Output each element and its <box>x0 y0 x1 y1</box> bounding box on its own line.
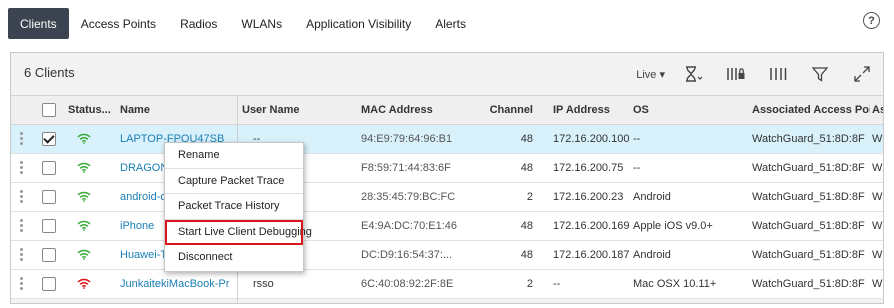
row-checkbox[interactable] <box>42 161 56 175</box>
table-row[interactable]: LAPTOP-FPQU47SB -- 94:E9:79:64:96:B1 48 172.… <box>11 125 883 154</box>
client-os: -- <box>633 162 641 174</box>
client-os: Apple iOS v9.0+ <box>633 220 713 232</box>
col-status[interactable]: Status... <box>68 96 120 124</box>
table-header: Status... Name User Name MAC Address Cha… <box>11 95 883 125</box>
menu-item-rename[interactable]: Rename <box>165 143 303 169</box>
menu-item-start-live-client-debugging[interactable]: Start Live Client Debugging <box>165 219 312 245</box>
client-channel: 2 <box>526 191 533 203</box>
drag-handle-icon[interactable] <box>20 161 24 175</box>
tab-application-visibility[interactable]: Application Visibility <box>294 8 423 39</box>
drag-handle-icon[interactable] <box>20 190 24 204</box>
top-nav: Clients Access Points Radios WLANs Appli… <box>8 8 478 39</box>
client-mac-address: DC:D9:16:54:37:... <box>361 249 453 261</box>
client-associated-ap: WatchGuard_51:8D:8F <box>752 162 865 174</box>
client-truncated: W <box>872 162 883 174</box>
tab-wlans[interactable]: WLANs <box>229 8 294 39</box>
client-truncated: W <box>872 249 883 261</box>
tab-radios[interactable]: Radios <box>168 8 229 39</box>
tab-access-points[interactable]: Access Points <box>69 8 168 39</box>
client-mac-address: 28:35:45:79:BC:FC <box>361 191 456 203</box>
client-channel: 48 <box>520 220 533 232</box>
columns-icon[interactable] <box>757 53 799 95</box>
client-associated-ap: WatchGuard_51:8D:8F <box>752 191 865 203</box>
select-all-checkbox[interactable] <box>42 103 56 117</box>
client-truncated: W <box>872 133 883 145</box>
tab-clients[interactable]: Clients <box>8 8 69 39</box>
client-mac-address: F8:59:71:44:83:6F <box>361 162 451 174</box>
client-ip-address: 172.16.200.23 <box>553 191 624 203</box>
wifi-icon <box>77 162 91 176</box>
row-checkbox[interactable] <box>42 219 56 233</box>
row-checkbox[interactable] <box>42 248 56 262</box>
client-mac-address: 6C:40:08:92:2F:8E <box>361 278 454 290</box>
expand-icon[interactable] <box>841 53 883 95</box>
row-checkbox[interactable] <box>42 190 56 204</box>
drag-handle-icon[interactable] <box>20 277 24 291</box>
client-name[interactable]: JunkaitekiMacBook-Pr <box>120 270 232 298</box>
table-row[interactable]: DRAGON F8:59:71:44:83:6F 48 172.16.200.75 --… <box>11 154 883 183</box>
hourglass-icon[interactable] <box>673 53 715 95</box>
drag-handle-icon[interactable] <box>20 132 24 146</box>
table-body: LAPTOP-FPQU47SB -- 94:E9:79:64:96:B1 48 172.… <box>11 125 883 299</box>
client-associated-ap: WatchGuard_51:8D:8F <box>752 278 865 290</box>
wifi-icon <box>77 249 91 263</box>
client-truncated: W <box>872 220 883 232</box>
client-ip-address: 172.16.200.100 <box>553 133 630 145</box>
client-mac-address: E4:9A:DC:70:E1:46 <box>361 220 458 232</box>
client-ip-address: 172.16.200.75 <box>553 162 624 174</box>
col-ip-address[interactable]: IP Address <box>553 96 631 124</box>
wifi-icon <box>77 278 91 292</box>
client-os: Android <box>633 191 671 203</box>
row-context-menu: Rename Capture Packet Trace Packet Trace… <box>164 142 312 272</box>
col-user-name[interactable]: User Name <box>242 96 352 124</box>
col-name[interactable]: Name <box>120 96 230 124</box>
columns-lock-icon[interactable] <box>715 53 757 95</box>
clients-panel: 6 Clients Live ▾ Status... Name User Nam… <box>10 52 884 304</box>
client-associated-ap: WatchGuard_51:8D:8F <box>752 249 865 261</box>
client-channel: 48 <box>520 249 533 261</box>
tab-alerts[interactable]: Alerts <box>423 8 478 39</box>
client-channel: 2 <box>526 278 533 290</box>
client-os: Android <box>633 249 671 261</box>
drag-handle-icon[interactable] <box>20 248 24 262</box>
client-channel: 48 <box>520 162 533 174</box>
client-truncated: W <box>872 278 883 290</box>
client-channel: 48 <box>520 133 533 145</box>
menu-item-disconnect[interactable]: Disconnect <box>165 245 303 271</box>
client-truncated: W <box>872 191 883 203</box>
row-checkbox[interactable] <box>42 132 56 146</box>
col-truncated[interactable]: As <box>872 96 883 124</box>
menu-item-packet-trace-history[interactable]: Packet Trace History <box>165 194 303 220</box>
drag-handle-icon[interactable] <box>20 219 24 233</box>
client-ip-address: -- <box>553 278 561 290</box>
client-associated-ap: WatchGuard_51:8D:8F <box>752 220 865 232</box>
client-associated-ap: WatchGuard_51:8D:8F <box>752 133 865 145</box>
panel-header: 6 Clients Live ▾ <box>11 53 883 95</box>
client-user-name: rsso <box>253 278 274 290</box>
live-dropdown[interactable]: Live ▾ <box>628 53 673 95</box>
menu-item-capture-packet-trace[interactable]: Capture Packet Trace <box>165 169 303 194</box>
panel-title: 6 Clients <box>24 65 75 80</box>
wifi-icon <box>77 191 91 205</box>
col-os[interactable]: OS <box>633 96 743 124</box>
client-os: -- <box>633 133 641 145</box>
col-associated-ap[interactable]: Associated Access Poi... <box>752 96 870 124</box>
row-checkbox[interactable] <box>42 277 56 291</box>
client-os: Mac OSX 10.11+ <box>633 278 717 290</box>
wifi-icon <box>77 220 91 234</box>
table-row[interactable]: JunkaitekiMacBook-Pr rsso 6C:40:08:92:2F:8… <box>11 270 883 299</box>
client-ip-address: 172.16.200.169 <box>553 220 630 232</box>
filter-icon[interactable] <box>799 53 841 95</box>
help-icon[interactable]: ? <box>863 12 880 29</box>
clients-table: Status... Name User Name MAC Address Cha… <box>11 95 883 299</box>
toolbar: Live ▾ <box>628 53 883 95</box>
col-channel[interactable]: Channel <box>489 96 533 124</box>
client-mac-address: 94:E9:79:64:96:B1 <box>361 133 453 145</box>
table-row[interactable]: iPhone E4:9A:DC:70:E1:46 48 172.16.200.169 A… <box>11 212 883 241</box>
table-row[interactable]: android-c 28:35:45:79:BC:FC 2 172.16.200.23… <box>11 183 883 212</box>
table-row[interactable]: Huawei-T DC:D9:16:54:37:... 48 172.16.200.1… <box>11 241 883 270</box>
wifi-icon <box>77 133 91 147</box>
col-mac-address[interactable]: MAC Address <box>361 96 471 124</box>
client-ip-address: 172.16.200.187 <box>553 249 630 261</box>
